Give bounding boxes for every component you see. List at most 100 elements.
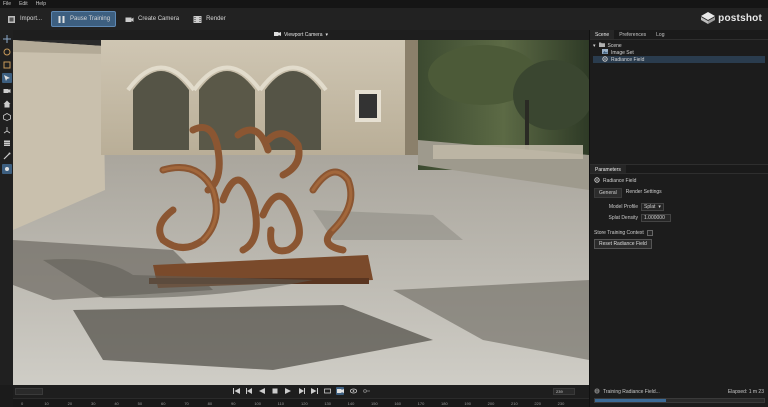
splat-density-row: Splat Density 1.000000 — [594, 213, 765, 222]
model-profile-label: Model Profile — [608, 203, 638, 210]
chevron-down-icon[interactable]: ▾ — [593, 43, 596, 49]
timeline-tick-label: 80 — [207, 401, 213, 406]
timeline-tick-label: 10 — [44, 401, 49, 406]
timeline-tick-label: 130 — [324, 401, 332, 406]
camera-tool-icon[interactable] — [2, 86, 12, 96]
brand-name: postshot — [718, 12, 762, 24]
toolbar: Import... Pause Training Create Camera R… — [0, 8, 768, 30]
rotate-tool-icon[interactable] — [2, 47, 12, 57]
timeline-tick-label: 40 — [114, 401, 119, 406]
status-label: Training Radiance Field... — [603, 389, 660, 395]
tab-log[interactable]: Log — [651, 30, 669, 39]
splat-tool-icon[interactable] — [1, 164, 12, 174]
timeline-tick-label: 50 — [137, 401, 143, 406]
tab-parameters[interactable]: Parameters — [590, 165, 626, 173]
viewport-header: Viewport Camera ▾ — [13, 30, 589, 40]
tree-item-image-set[interactable]: Image Set — [593, 49, 765, 56]
right-panel: Scene Preferences Log ▾ Scene Image Set … — [589, 30, 768, 385]
status-panel: Training Radiance Field... Elapsed: 1 m … — [589, 385, 768, 407]
move-tool-icon[interactable] — [2, 34, 12, 44]
splat-density-input[interactable]: 1.000000 — [641, 213, 671, 222]
timeline-tick-label: 140 — [347, 401, 355, 406]
folder-icon — [598, 42, 605, 49]
select-tool-icon[interactable] — [1, 73, 12, 83]
viewport-camera-select[interactable]: Viewport Camera — [284, 32, 323, 38]
key-icon[interactable] — [362, 387, 370, 395]
store-context-checkbox[interactable] — [646, 230, 653, 236]
step-forward-icon[interactable] — [297, 387, 305, 395]
play-reverse-icon[interactable] — [258, 387, 266, 395]
timeline-end-field[interactable]: 239 — [553, 388, 575, 395]
film-icon — [193, 15, 202, 24]
store-context-label: Store Training Context — [594, 230, 644, 236]
parameters-tabbar: Parameters — [590, 164, 768, 174]
tree-item-scene[interactable]: ▾ Scene — [593, 42, 765, 49]
viewport[interactable]: Viewport Camera ▾ — [13, 30, 589, 385]
tab-scene[interactable]: Scene — [590, 30, 615, 39]
viewport-render — [13, 40, 589, 385]
scale-tool-icon[interactable] — [2, 60, 12, 70]
timeline-tick-label: 20 — [67, 401, 73, 406]
import-label: Import... — [20, 16, 43, 22]
camera-path-icon[interactable] — [336, 387, 344, 395]
loop-icon[interactable] — [323, 387, 331, 395]
render-button[interactable]: Render — [188, 11, 231, 27]
subtab-render-settings[interactable]: Render Settings — [622, 188, 666, 198]
timeline-tick-label: 180 — [441, 401, 448, 406]
pause-training-button[interactable]: Pause Training — [51, 11, 117, 27]
timeline-tick-label: 90 — [231, 401, 236, 406]
scene-tabs: Scene Preferences Log — [590, 30, 768, 40]
create-camera-button[interactable]: Create Camera — [120, 11, 184, 27]
parameters-panel: Radiance Field General Render Settings M… — [590, 174, 768, 252]
pause-training-label: Pause Training — [70, 16, 111, 22]
stop-icon[interactable] — [271, 387, 279, 395]
chevron-down-icon[interactable]: ▾ — [326, 32, 329, 38]
subtab-general[interactable]: General — [594, 188, 622, 198]
scene-tree: ▾ Scene Image Set Radiance Field — [590, 40, 768, 160]
tree-item-label: Scene — [607, 42, 622, 49]
model-profile-row: Model Profile Splat ▾ — [594, 202, 765, 211]
params-subtabs: General Render Settings — [594, 188, 765, 198]
reset-radiance-field-button[interactable]: Reset Radiance Field — [594, 239, 652, 249]
import-button[interactable]: Import... — [2, 11, 47, 27]
cube-icon[interactable] — [2, 112, 12, 122]
step-back-icon[interactable] — [245, 387, 253, 395]
timeline-tick-label: 200 — [487, 401, 495, 406]
timeline-tick-label: 230 — [557, 401, 565, 406]
tree-item-radiance-field[interactable]: Radiance Field — [593, 55, 765, 63]
stack-icon[interactable] — [2, 138, 12, 148]
brush-icon[interactable] — [2, 151, 12, 161]
skip-start-icon[interactable] — [232, 387, 240, 395]
axes-icon[interactable] — [2, 125, 12, 135]
brand-logo: postshot — [701, 12, 762, 24]
params-title-label: Radiance Field — [603, 178, 637, 184]
timeline-tick-label: 150 — [371, 401, 378, 406]
menu-edit[interactable]: Edit — [19, 1, 28, 7]
timeline-tick-label: 100 — [254, 401, 262, 406]
eye-icon[interactable] — [349, 387, 357, 395]
status-row: Training Radiance Field... Elapsed: 1 m … — [594, 388, 764, 396]
chevron-down-icon: ▾ — [658, 203, 661, 210]
tab-preferences[interactable]: Preferences — [614, 30, 651, 39]
home-icon[interactable] — [2, 99, 12, 109]
gear-icon — [594, 177, 600, 185]
timeline-ruler[interactable]: 0 10 20 30 40 50 60 70 80 90 100 110 120 130 140 150 160… — [13, 398, 589, 407]
menu-help[interactable]: Help — [36, 1, 46, 7]
tree-item-label: Image Set — [611, 49, 634, 56]
training-progress-fill — [595, 399, 666, 402]
model-profile-select[interactable]: Splat ▾ — [641, 202, 664, 211]
play-icon[interactable] — [284, 387, 292, 395]
create-camera-label: Create Camera — [138, 16, 180, 22]
timeline-tick-label: 0 — [21, 401, 24, 406]
import-icon — [7, 15, 16, 24]
timeline: 239 0 10 20 30 40 50 60 70 80 90 100 110 120 130 140 15… — [13, 385, 589, 407]
store-context-row: Store Training Context — [594, 230, 765, 236]
timeline-tick-label: 120 — [301, 401, 308, 406]
splat-density-label: Splat Density — [608, 214, 638, 221]
menu-file[interactable]: File — [3, 1, 11, 7]
training-progress-bar — [594, 398, 765, 403]
tool-strip — [0, 30, 13, 385]
skip-end-icon[interactable] — [310, 387, 318, 395]
postshot-logo-icon — [701, 12, 716, 24]
timeline-tick-label: 190 — [464, 401, 472, 406]
